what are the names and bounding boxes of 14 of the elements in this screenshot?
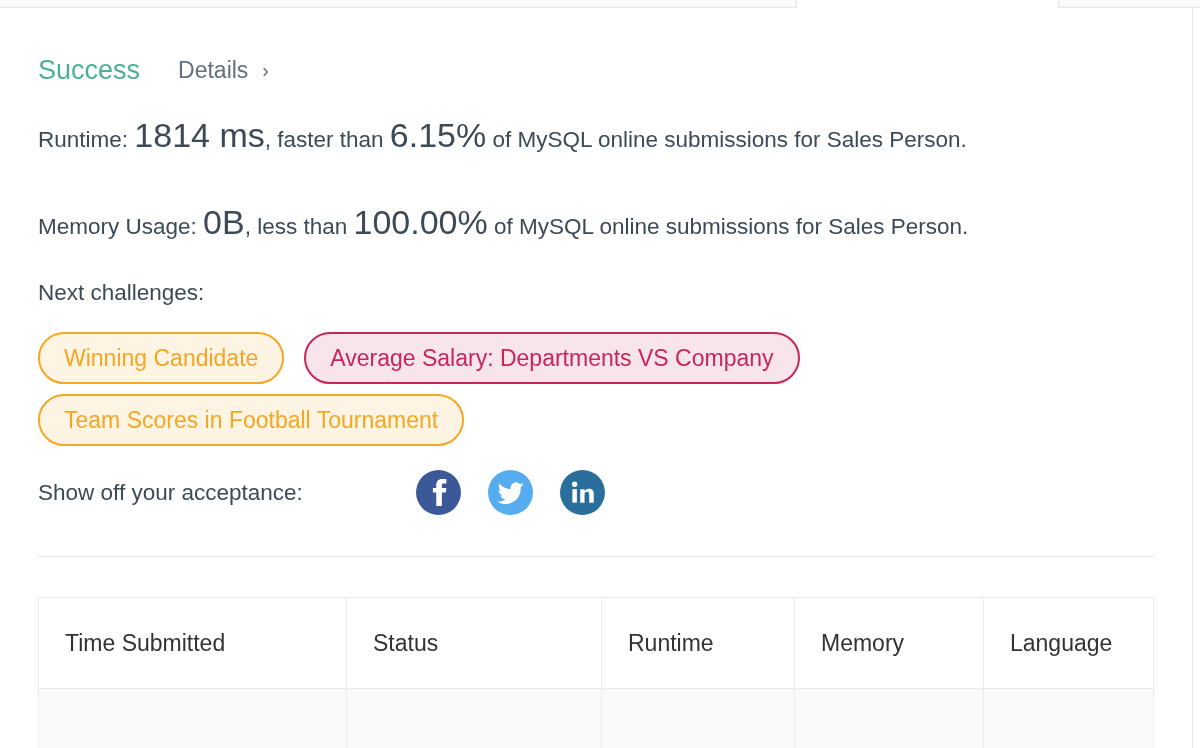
- column-header: Time Submitted: [64, 628, 227, 658]
- stat-sentence: Memory Usage: 0B, less than 100.00% of MySQL online submissions for Sales Person.: [38, 202, 970, 243]
- details-link[interactable]: Details ›: [178, 52, 270, 88]
- linkedin-icon[interactable]: [560, 470, 605, 516]
- facebook-icon[interactable]: [416, 470, 461, 516]
- status-text: Success: [38, 53, 141, 87]
- next-challenges-label: Next challenges:: [38, 279, 206, 307]
- stat-sentence: Runtime: 1814 ms, faster than 6.15% of MySQL online submissions for Sales Person.: [38, 115, 968, 156]
- column-header: Language: [983, 597, 1153, 688]
- challenge-tag[interactable]: Average Salary: Departments VS Company: [304, 331, 800, 384]
- column-header: Memory: [794, 597, 983, 688]
- column-header: Runtime: [601, 597, 794, 688]
- column-header: Status: [346, 597, 601, 688]
- share-label: Show off your acceptance:: [38, 478, 304, 507]
